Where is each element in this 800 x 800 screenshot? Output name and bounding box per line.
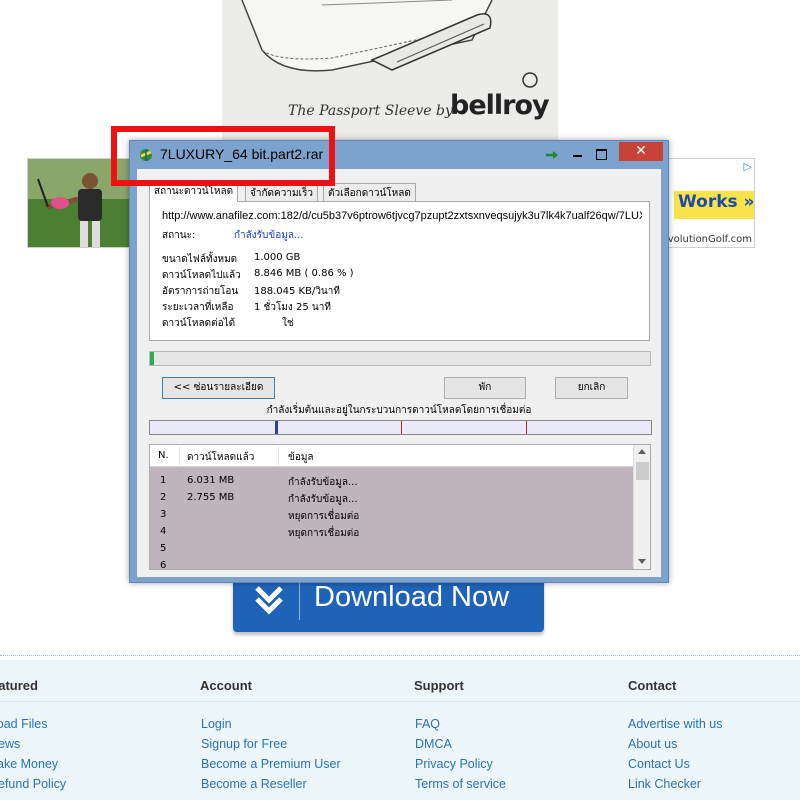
- window-client-area: สถานะดาวน์โหลด จำกัดความเร็ว ตัวเลือกดาว…: [137, 169, 661, 577]
- segment-marker: [526, 421, 527, 434]
- footer-link[interactable]: load Files: [0, 717, 48, 731]
- row-number: 6: [160, 560, 167, 570]
- footer-heading-featured: eatured: [0, 678, 38, 693]
- footer-heading-contact: Contact: [628, 678, 677, 693]
- ad-cta[interactable]: Works »: [674, 191, 754, 219]
- row-number: 2: [160, 492, 167, 503]
- file-size-value: 1.000 GB: [254, 252, 301, 263]
- connections-table[interactable]: N. ดาวน์โหลดแล้ว ข้อมูล 1 6.031 MB กำลัง…: [149, 444, 651, 570]
- row-info: หยุดการเชื่อมต่อ: [288, 528, 360, 539]
- close-button[interactable]: ✕: [619, 142, 663, 161]
- resume-capability-label: ดาวน์โหลดต่อได้: [162, 318, 236, 329]
- footer-link[interactable]: ews: [0, 737, 20, 751]
- segment-marker: [401, 421, 402, 434]
- download-url: http://www.anafilez.com:182/d/cu5b37v6pt…: [162, 210, 642, 222]
- green-arrow-icon[interactable]: [545, 149, 559, 161]
- footer-link[interactable]: efund Policy: [0, 777, 66, 791]
- hide-details-button[interactable]: << ซ่อนรายละเอียด: [162, 377, 275, 399]
- footer-heading-account: Account: [200, 678, 252, 693]
- footer-link[interactable]: ake Money: [0, 757, 58, 771]
- footer-link-advertise[interactable]: Advertise with us: [628, 717, 722, 731]
- row-downloaded: 2.755 MB: [187, 492, 235, 503]
- downloaded-label: ดาวน์โหลดไปแล้ว: [162, 270, 241, 281]
- footer-link-login[interactable]: Login: [201, 717, 232, 731]
- footer-link-premium[interactable]: Become a Premium User: [201, 757, 341, 771]
- section-divider: [0, 655, 800, 659]
- ad-tagline: The Passport Sleeve by: [288, 103, 453, 119]
- footer-link-contact[interactable]: Contact Us: [628, 757, 690, 771]
- footer-link-about[interactable]: About us: [628, 737, 677, 751]
- table-header: N. ดาวน์โหลดแล้ว ข้อมูล: [150, 445, 634, 467]
- footer-link-faq[interactable]: FAQ: [415, 717, 440, 731]
- column-header-downloaded[interactable]: ดาวน์โหลดแล้ว: [187, 450, 254, 465]
- transfer-rate-label: อัตราการถ่ายโอน: [162, 286, 239, 297]
- file-size-label: ขนาดไฟล์ทั้งหมด: [162, 254, 238, 265]
- row-info: กำลังรับข้อมูล...: [288, 477, 358, 488]
- row-info: กำลังรับข้อมูล...: [288, 494, 358, 505]
- scroll-up-icon[interactable]: [638, 449, 646, 454]
- time-left-value: 1 ชั่วโมง 25 นาที: [254, 302, 331, 313]
- footer-link-checker[interactable]: Link Checker: [628, 777, 701, 791]
- status-panel: http://www.anafilez.com:182/d/cu5b37v6pt…: [149, 201, 650, 341]
- column-header-info[interactable]: ข้อมูล: [288, 450, 314, 465]
- footer-link-reseller[interactable]: Become a Reseller: [201, 777, 307, 791]
- title-highlight-box: [111, 126, 335, 186]
- connection-status-text: กำลังเริ่มต้นและอยู่ในกระบวนการดาวน์โหลด…: [266, 405, 532, 416]
- tab-download-options[interactable]: ตัวเลือกดาวน์โหลด: [323, 183, 416, 201]
- row-number: 3: [160, 509, 167, 520]
- cancel-button[interactable]: ยกเลิก: [555, 377, 628, 399]
- time-left-label: ระยะเวลาที่เหลือ: [162, 302, 234, 313]
- site-footer: eatured load Files ews ake Money efund P…: [0, 660, 800, 800]
- download-progress-window[interactable]: 7LUXURY_64 bit.part2.rar ✕ สถานะดาวน์โหล…: [129, 140, 669, 583]
- segment-progress-bar: [149, 420, 652, 435]
- downloaded-value: 8.846 MB ( 0.86 % ): [254, 268, 354, 279]
- button-separator: [299, 582, 300, 620]
- column-separator[interactable]: [278, 447, 279, 465]
- pause-button[interactable]: พัก: [444, 377, 526, 399]
- transfer-rate-value: 188.045 KB/วินาที: [254, 286, 340, 297]
- ad-brand-logo: bellroy: [450, 90, 550, 121]
- row-number: 5: [160, 543, 167, 554]
- row-number: 1: [160, 475, 167, 486]
- footer-link-signup[interactable]: Signup for Free: [201, 737, 287, 751]
- row-number: 4: [160, 526, 167, 537]
- download-progress-bar: [149, 351, 651, 366]
- footer-heading-support: Support: [414, 678, 464, 693]
- footer-link-privacy[interactable]: Privacy Policy: [415, 757, 493, 771]
- row-downloaded: 6.031 MB: [187, 475, 235, 486]
- status-label: สถานะ:: [162, 230, 196, 241]
- maximize-button[interactable]: [594, 146, 608, 160]
- download-now-label: Download Now: [314, 581, 510, 613]
- progress-fill: [150, 352, 154, 365]
- download-arrow-icon: [255, 586, 283, 615]
- top-banner-ad[interactable]: The Passport Sleeve by bellroy: [222, 0, 558, 140]
- footer-rule: [0, 701, 800, 702]
- scroll-thumb[interactable]: [636, 462, 649, 480]
- adchoices-icon[interactable]: ▷: [744, 160, 752, 173]
- footer-link-terms[interactable]: Terms of service: [415, 777, 506, 791]
- status-value: กำลังรับข้อมูล...: [234, 230, 304, 241]
- segment-marker: [275, 421, 278, 434]
- scroll-down-icon[interactable]: [638, 559, 646, 564]
- column-header-n[interactable]: N.: [158, 450, 169, 461]
- minimize-button[interactable]: [570, 147, 586, 163]
- resume-capability-value: ใช่: [282, 318, 294, 329]
- footer-link-dmca[interactable]: DMCA: [415, 737, 452, 751]
- ad-site-text: evolutionGolf.com: [661, 234, 752, 245]
- row-info: หยุดการเชื่อมต่อ: [288, 511, 360, 522]
- column-separator[interactable]: [179, 447, 180, 465]
- table-scrollbar[interactable]: [633, 445, 650, 569]
